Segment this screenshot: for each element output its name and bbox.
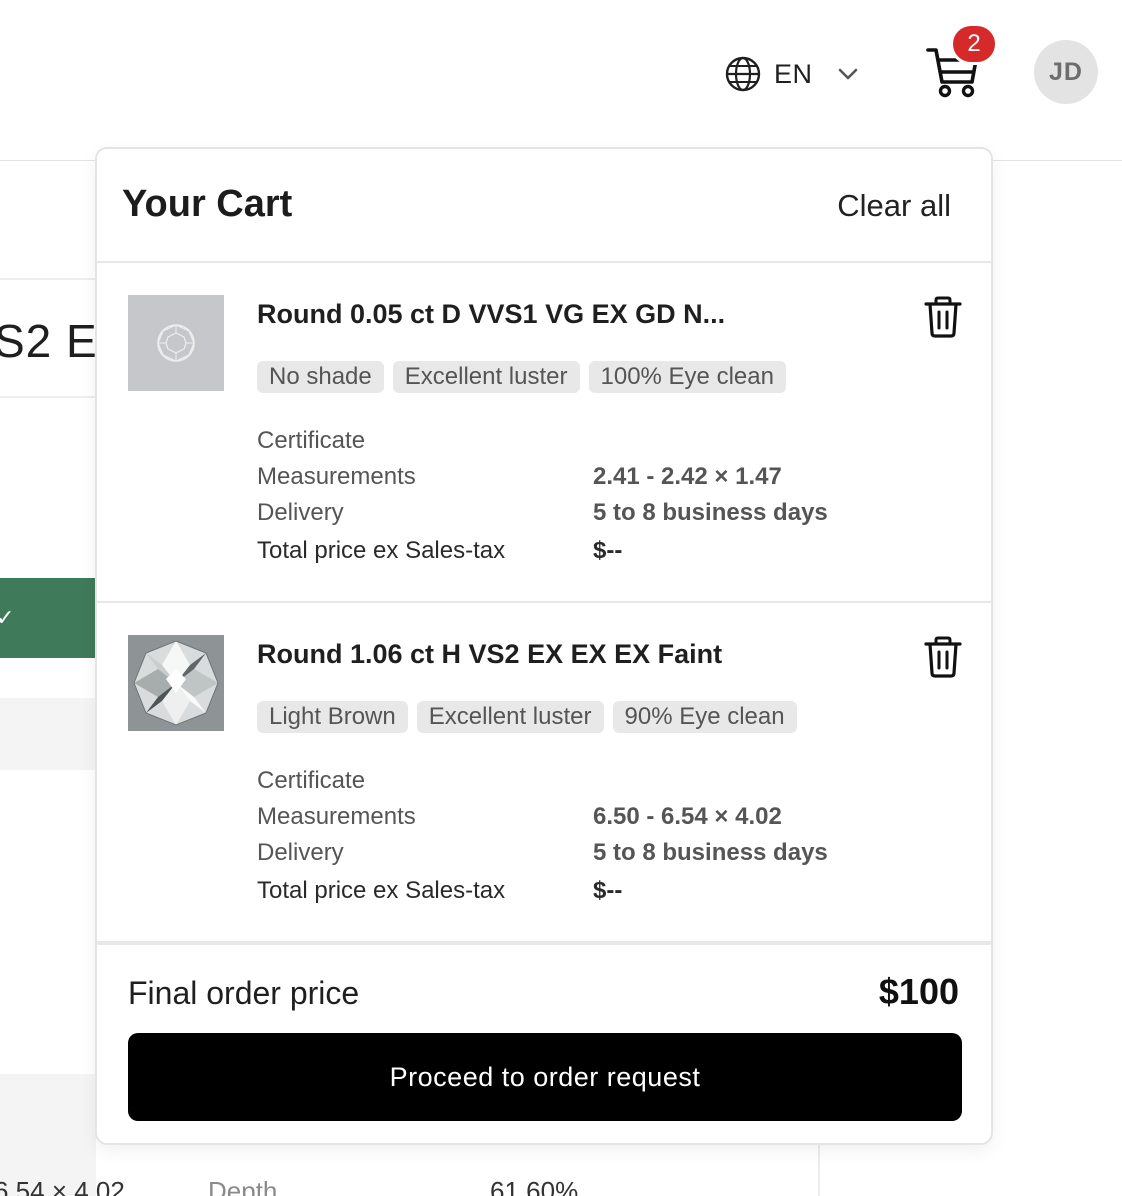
cart-item-tags: Light Brown Excellent luster 90% Eye cle… <box>257 701 797 733</box>
tag-luster: Excellent luster <box>392 361 580 393</box>
diamond-image <box>128 635 224 731</box>
diamond-placeholder-icon <box>128 295 224 391</box>
language-label: EN <box>774 58 813 89</box>
certificate-label: Certificate <box>257 427 366 454</box>
tag-shade: Light Brown <box>257 701 408 733</box>
tag-eye-clean: 100% Eye clean <box>588 361 786 393</box>
background-depth-label: Depth <box>208 1176 278 1196</box>
delivery-value: 5 to 8 business days <box>593 839 828 866</box>
background-panel <box>0 698 96 770</box>
cart-dropdown: Your Cart Clear all Round 0.05 ct D VVS1… <box>95 147 993 1145</box>
total-price-value: $-- <box>593 877 623 904</box>
background-measurement-fragment: 6.54 × 4.02 <box>0 1176 125 1196</box>
cart-item-tags: No shade Excellent luster 100% Eye clean <box>257 361 786 393</box>
measurements-value: 6.50 - 6.54 × 4.02 <box>593 803 782 830</box>
trash-icon[interactable] <box>923 635 963 679</box>
tag-eye-clean: 90% Eye clean <box>612 701 797 733</box>
cart-item: Round 1.06 ct H VS2 EX EX EX Faint Light… <box>97 603 991 943</box>
user-avatar[interactable]: JD <box>1034 40 1098 104</box>
cart-item: Round 0.05 ct D VVS1 VG EX GD N... No sh… <box>97 263 991 603</box>
cart-title: Your Cart <box>122 183 293 225</box>
chevron-down-icon <box>838 68 857 80</box>
background-depth-value: 61.60% <box>490 1176 579 1196</box>
top-header: EN 2 JD <box>0 0 1122 150</box>
clear-all-button[interactable]: Clear all <box>837 188 951 224</box>
final-order-price-value: $100 <box>878 971 959 1012</box>
cart-summary: Final order price $100 Proceed to order … <box>97 941 991 1143</box>
cart-item-title[interactable]: Round 0.05 ct D VVS1 VG EX GD N... <box>257 299 725 330</box>
delivery-label: Delivery <box>257 499 344 526</box>
background-green-button[interactable]: ✓ <box>0 578 96 658</box>
background-divider <box>818 1144 820 1196</box>
delivery-value: 5 to 8 business days <box>593 499 828 526</box>
total-price-label: Total price ex Sales-tax <box>257 877 506 904</box>
cart-count-badge: 2 <box>950 23 998 65</box>
globe-icon <box>725 56 761 92</box>
tag-luster: Excellent luster <box>416 701 604 733</box>
background-title-fragment: S2 EX <box>0 315 96 367</box>
measurements-label: Measurements <box>257 463 416 490</box>
trash-icon[interactable] <box>923 295 963 339</box>
check-icon: ✓ <box>0 605 15 630</box>
language-selector[interactable]: EN <box>724 52 859 96</box>
total-price-value: $-- <box>593 537 623 564</box>
certificate-label: Certificate <box>257 767 366 794</box>
cart-item-title[interactable]: Round 1.06 ct H VS2 EX EX EX Faint <box>257 639 722 670</box>
total-price-label: Total price ex Sales-tax <box>257 537 506 564</box>
final-order-price-label: Final order price <box>128 975 360 1011</box>
tag-shade: No shade <box>257 361 384 393</box>
measurements-label: Measurements <box>257 803 416 830</box>
measurements-value: 2.41 - 2.42 × 1.47 <box>593 463 782 490</box>
delivery-label: Delivery <box>257 839 344 866</box>
proceed-to-order-button[interactable]: Proceed to order request <box>128 1033 962 1121</box>
background-product-card: S2 EX <box>0 278 96 398</box>
cart-header: Your Cart Clear all <box>97 149 991 263</box>
